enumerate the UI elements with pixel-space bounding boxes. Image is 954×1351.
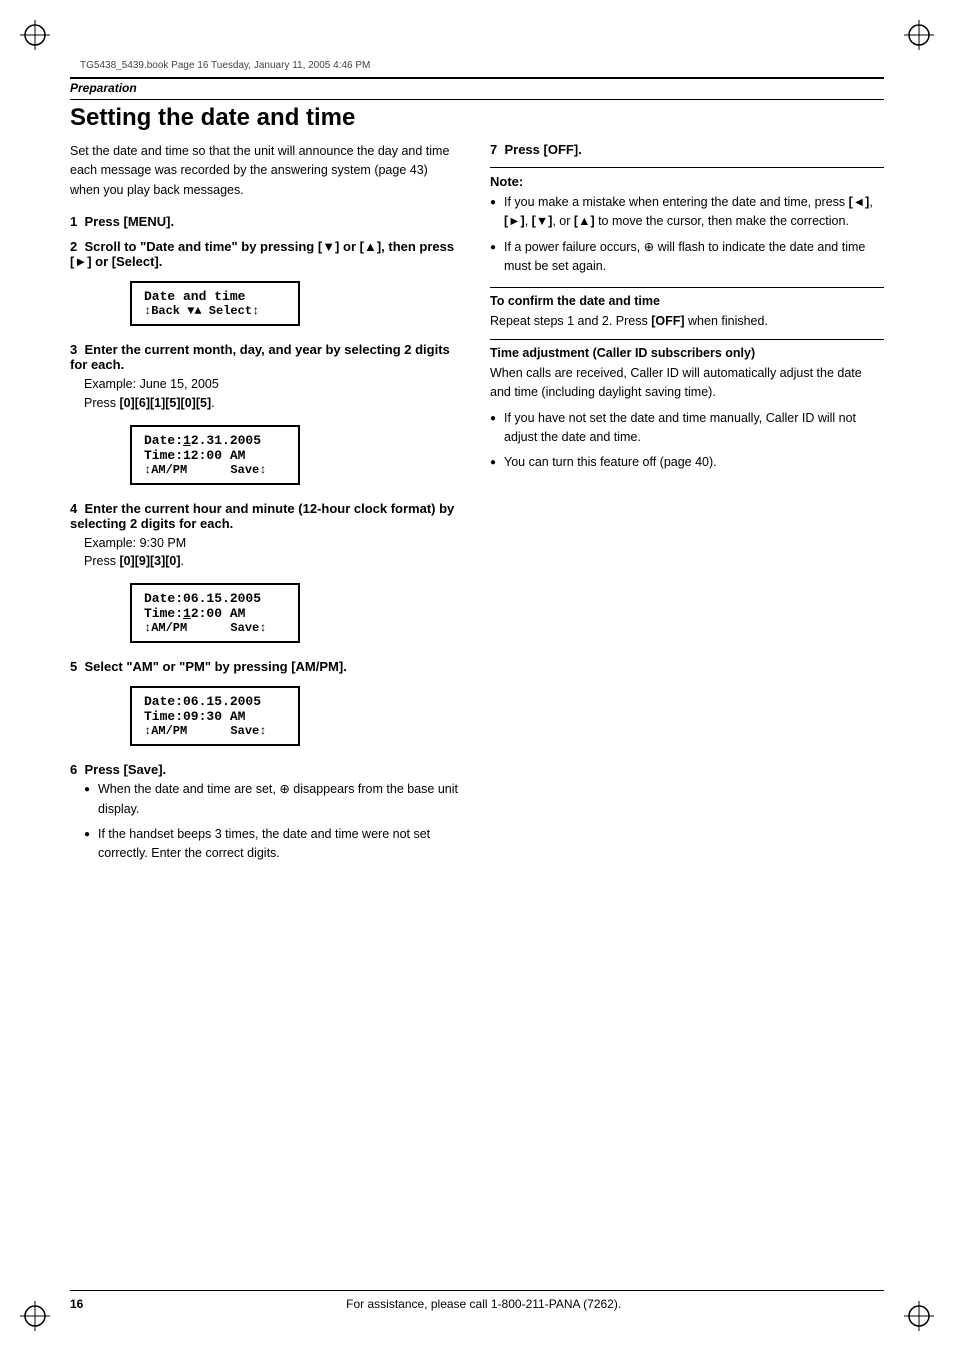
step-3-header: 3 Enter the current month, day, and year… xyxy=(70,342,460,372)
step-3-lcd-line3: ↕AM/PM Save↕ xyxy=(144,463,286,477)
note-list: If you make a mistake when entering the … xyxy=(490,193,884,277)
step-7-num: 7 xyxy=(490,142,497,157)
step-6-bullet-2: If the handset beeps 3 times, the date a… xyxy=(84,825,460,864)
confirm-body: Repeat steps 1 and 2. Press [OFF] when f… xyxy=(490,312,884,331)
step-4-lcd-line3: ↕AM/PM Save↕ xyxy=(144,621,286,635)
step-3: 3 Enter the current month, day, and year… xyxy=(70,342,460,491)
step-3-num: 3 xyxy=(70,342,77,357)
corner-mark-tr xyxy=(904,20,934,50)
time-adj-header: Time adjustment (Caller ID subscribers o… xyxy=(490,346,884,360)
time-adj-section: Time adjustment (Caller ID subscribers o… xyxy=(490,346,884,473)
step-3-lcd: Date:12.31.2005 Time:12:00 AM ↕AM/PM Sav… xyxy=(130,425,300,485)
left-column: Set the date and time so that the unit w… xyxy=(70,142,460,874)
step-7: 7 Press [OFF]. xyxy=(490,142,884,157)
step-2-lcd-line2: ↕Back ▼▲ Select↕ xyxy=(144,304,286,318)
step-4-header: 4 Enter the current hour and minute (12-… xyxy=(70,501,460,531)
step-5-lcd-line2: Time:09:30 AM xyxy=(144,709,286,724)
step-6-header: 6 Press [Save]. xyxy=(70,762,460,777)
right-column: 7 Press [OFF]. Note: If you make a mista… xyxy=(490,142,884,874)
time-adj-bullet-2: You can turn this feature off (page 40). xyxy=(490,453,884,472)
step-1: 1 Press [MENU]. xyxy=(70,214,460,229)
step-2: 2 Scroll to "Date and time" by pressing … xyxy=(70,239,460,332)
confirm-rule xyxy=(490,287,884,288)
note-section: Note: If you make a mistake when enterin… xyxy=(490,174,884,277)
step-6-num: 6 xyxy=(70,762,77,777)
two-col-layout: Set the date and time so that the unit w… xyxy=(70,142,884,874)
step-3-body: Example: June 15, 2005 Press [0][6][1][5… xyxy=(84,375,460,413)
footer-assistance: For assistance, please call 1-800-211-PA… xyxy=(83,1297,884,1311)
step-2-lcd: Date and time ↕Back ▼▲ Select↕ xyxy=(130,281,300,326)
corner-mark-tl xyxy=(20,20,50,50)
corner-mark-br xyxy=(904,1301,934,1331)
step-5-lcd: Date:06.15.2005 Time:09:30 AM ↕AM/PM Sav… xyxy=(130,686,300,746)
confirm-section: To confirm the date and time Repeat step… xyxy=(490,294,884,331)
note-bullet-1: If you make a mistake when entering the … xyxy=(490,193,884,232)
note-header: Note: xyxy=(490,174,884,189)
page: TG5438_5439.book Page 16 Tuesday, Januar… xyxy=(0,0,954,1351)
section-rule xyxy=(70,99,884,100)
section-label: Preparation xyxy=(70,81,884,95)
step-3-lcd-line1: Date:12.31.2005 xyxy=(144,433,286,448)
step-4: 4 Enter the current hour and minute (12-… xyxy=(70,501,460,650)
note-bullet-2: If a power failure occurs, ⊕ will flash … xyxy=(490,238,884,277)
step-4-num: 4 xyxy=(70,501,77,516)
intro-text: Set the date and time so that the unit w… xyxy=(70,142,460,200)
step-4-body: Example: 9:30 PM Press [0][9][3][0]. xyxy=(84,534,460,572)
step-6-bullet-1: When the date and time are set, ⊕ disapp… xyxy=(84,780,460,819)
time-adj-list: If you have not set the date and time ma… xyxy=(490,409,884,473)
top-rule xyxy=(70,77,884,79)
step-6-bullets: When the date and time are set, ⊕ disapp… xyxy=(84,780,460,864)
step-5-lcd-line1: Date:06.15.2005 xyxy=(144,694,286,709)
step-1-num: 1 xyxy=(70,214,77,229)
step-1-header: 1 Press [MENU]. xyxy=(70,214,460,229)
step-6: 6 Press [Save]. When the date and time a… xyxy=(70,762,460,864)
step-2-num: 2 xyxy=(70,239,77,254)
main-title: Setting the date and time xyxy=(70,104,884,132)
step-5: 5 Select "AM" or "PM" by pressing [AM/PM… xyxy=(70,659,460,752)
step-2-header: 2 Scroll to "Date and time" by pressing … xyxy=(70,239,460,269)
time-adj-bullet-1: If you have not set the date and time ma… xyxy=(490,409,884,448)
step-4-lcd-line1: Date:06.15.2005 xyxy=(144,591,286,606)
time-adj-body: When calls are received, Caller ID will … xyxy=(490,364,884,403)
footer-page-num: 16 xyxy=(70,1297,83,1311)
step-4-lcd: Date:06.15.2005 Time:12:00 AM ↕AM/PM Sav… xyxy=(130,583,300,643)
step-3-lcd-line2: Time:12:00 AM xyxy=(144,448,286,463)
note-rule xyxy=(490,167,884,168)
time-adj-rule xyxy=(490,339,884,340)
corner-mark-bl xyxy=(20,1301,50,1331)
confirm-header: To confirm the date and time xyxy=(490,294,884,308)
step-5-header: 5 Select "AM" or "PM" by pressing [AM/PM… xyxy=(70,659,460,674)
step-2-mono: Date and time xyxy=(146,239,231,254)
step-7-header: 7 Press [OFF]. xyxy=(490,142,884,157)
step-5-lcd-line3: ↕AM/PM Save↕ xyxy=(144,724,286,738)
step-4-lcd-line2: Time:12:00 AM xyxy=(144,606,286,621)
step-1-key: [MENU] xyxy=(124,214,171,229)
footer: 16 For assistance, please call 1-800-211… xyxy=(70,1290,884,1311)
step-5-num: 5 xyxy=(70,659,77,674)
step-2-lcd-line1: Date and time xyxy=(144,289,286,304)
meta-line: TG5438_5439.book Page 16 Tuesday, Januar… xyxy=(80,60,884,71)
